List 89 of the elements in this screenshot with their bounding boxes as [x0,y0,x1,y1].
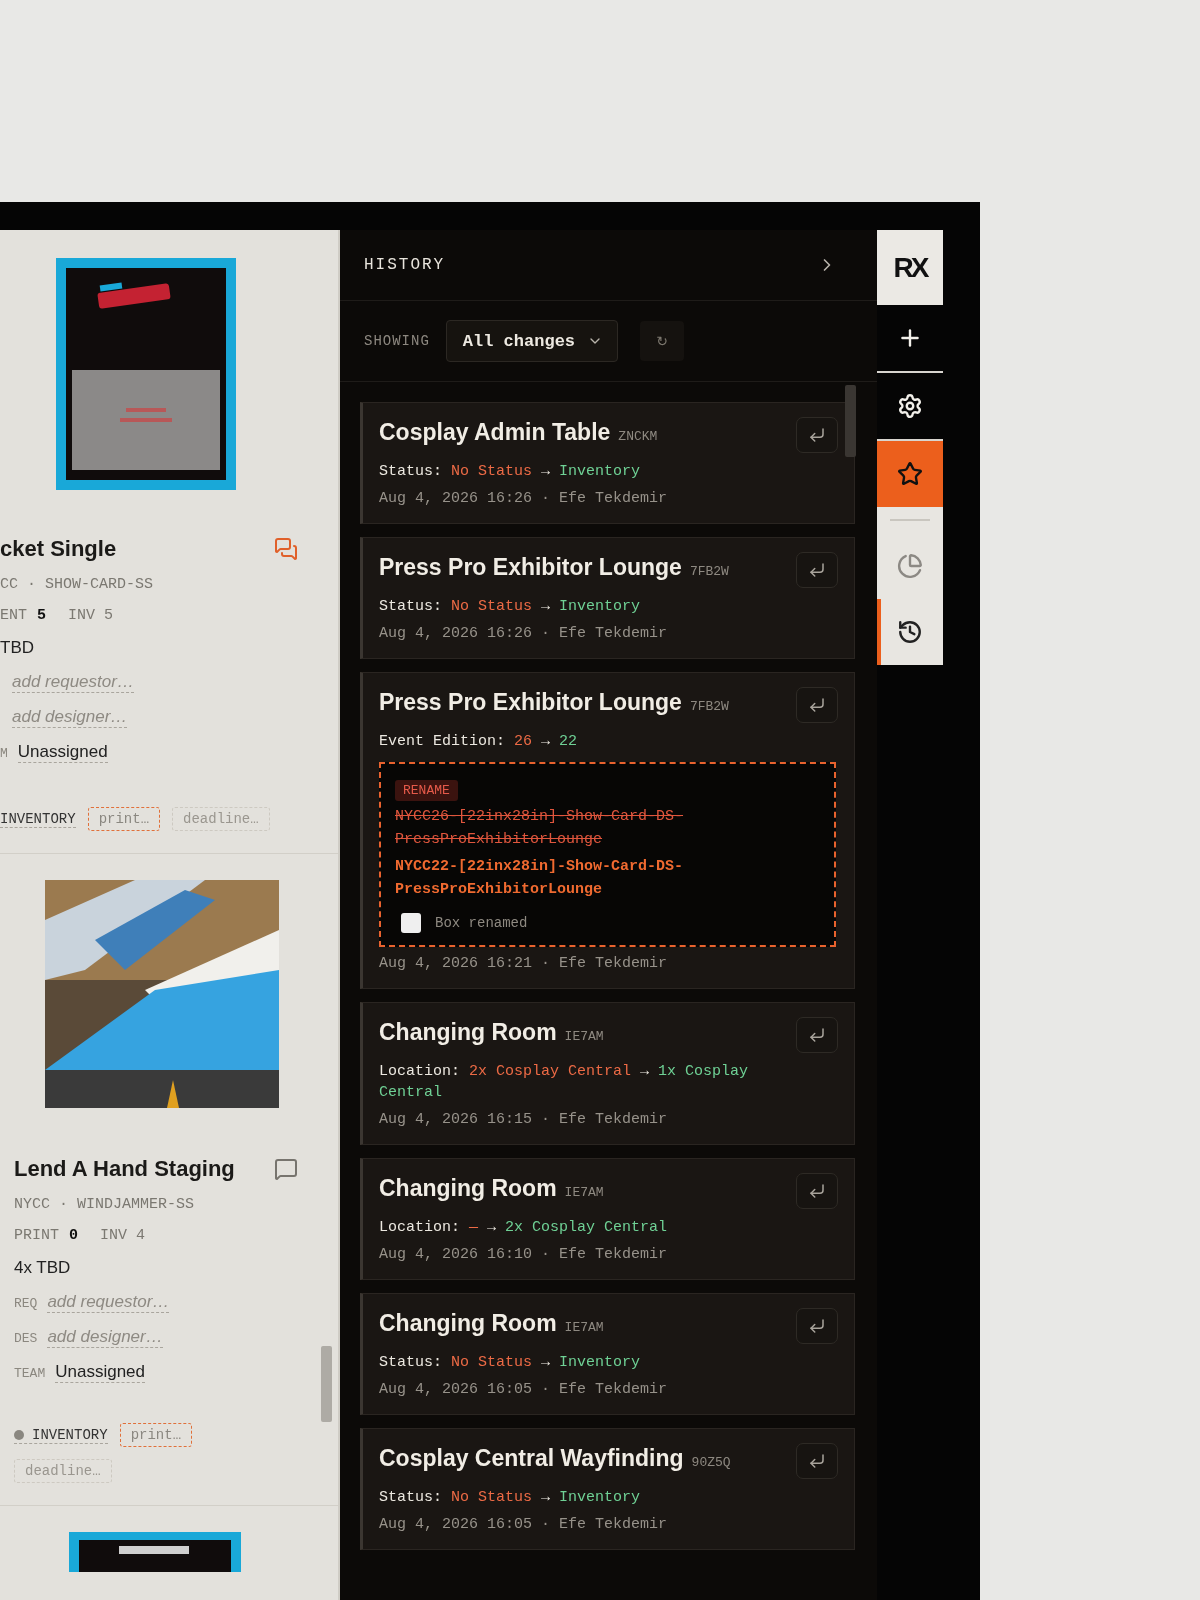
deadline-tag[interactable]: deadline… [14,1459,112,1483]
change-text: Event Edition: 26 → 22 [379,732,579,752]
rename-badge: RENAME [395,780,458,801]
item-code: IE7AM [564,1029,604,1044]
history-meta: Aug 4, 2026 16:05 · Efe Tekdemir [379,1516,669,1533]
return-arrow-icon [808,1026,826,1044]
field-placeholder[interactable]: add designer… [12,707,128,728]
print-tag[interactable]: print… [119,1423,193,1447]
field-value[interactable]: Unassigned [17,742,108,763]
return-arrow-icon [808,696,826,714]
item-code: ZNCKM [618,429,658,444]
inventory-count: INV 5 [68,607,114,624]
undo-button[interactable] [796,1173,838,1209]
history-title: Cosplay Central Wayfinding [379,1445,684,1472]
star-icon [897,461,923,487]
deadline-tag[interactable]: deadline… [172,807,270,831]
history-meta: Aug 4, 2026 16:26 · Efe Tekdemir [379,625,669,642]
history-title: Changing Room [379,1310,557,1337]
filter-label: SHOWING [364,333,430,349]
history-title: Cosplay Admin Table [379,419,611,446]
print-count: 5 [37,607,47,624]
field-label: DES [14,1331,38,1346]
print-label: ENT [0,607,27,624]
undo-button[interactable] [796,1443,838,1479]
comments-icon[interactable] [274,537,298,561]
item-code: 7FB2W [689,564,729,579]
field-placeholder[interactable]: add requestor… [12,672,134,693]
scrollbar[interactable] [321,1346,332,1422]
print-label: PRINT [14,1227,59,1244]
change-text: Status: No Status → Inventory [379,1353,642,1373]
quantity-text: TBD [0,638,35,658]
field-placeholder[interactable]: add designer… [47,1327,163,1348]
undo-button[interactable] [796,552,838,588]
return-arrow-icon [808,1452,826,1470]
field-label: M [0,746,8,761]
print-count: 0 [69,1227,79,1244]
field-label: TEAM [14,1366,46,1381]
change-text: Status: No Status → Inventory [379,597,642,617]
return-arrow-icon [808,1182,826,1200]
item-code: 7FB2W [689,699,729,714]
return-arrow-icon [808,1317,826,1335]
card-title: cket Single [0,536,117,562]
inventory-count: INV 4 [100,1227,146,1244]
filter-select[interactable]: All changes [445,320,619,362]
old-name: NYCC26-[22inx28in]-Show-Card-DS-PressProExhibitorLounge [395,807,685,850]
undo-button[interactable] [796,687,838,723]
status-tag[interactable]: INVENTORY [14,1426,108,1444]
card-title: Lend A Hand Staging [14,1156,235,1182]
quantity-text: 4x TBD [14,1258,72,1278]
history-title: Changing Room [379,1019,557,1046]
undo-button[interactable] [796,1017,838,1053]
checkbox[interactable] [401,913,421,933]
item-code: IE7AM [564,1185,604,1200]
history-meta: Aug 4, 2026 16:21 · Efe Tekdemir [379,955,669,972]
history-title: Changing Room [379,1175,557,1202]
history-meta: Aug 4, 2026 16:26 · Efe Tekdemir [379,490,669,507]
undo-button[interactable] [796,1308,838,1344]
settings-icon [897,393,923,419]
return-arrow-icon [808,426,826,444]
field-value[interactable]: Unassigned [55,1362,145,1383]
history-meta: Aug 4, 2026 16:10 · Efe Tekdemir [379,1246,669,1263]
history-title: Press Pro Exhibitor Lounge [379,689,682,716]
card-code: NYCC · WINDJAMMER-SS [14,1196,195,1213]
logo[interactable]: RX [877,230,943,305]
return-arrow-icon [808,561,826,579]
scrollbar[interactable] [845,385,856,457]
history-meta: Aug 4, 2026 16:05 · Efe Tekdemir [379,1381,669,1398]
pie-chart-icon [897,553,923,579]
print-tag[interactable]: print… [87,807,161,831]
change-text: Location: — → 2x Cosplay Central [379,1218,669,1238]
new-name: NYCC22-[22inx28in]-Show-Card-DS-PressProExhibitorLounge [395,857,685,900]
history-icon [897,619,923,645]
item-code: 90Z5Q [691,1455,731,1470]
change-text: Status: No Status → Inventory [379,462,642,482]
checkbox-label: Box renamed [435,915,528,931]
status-tag[interactable]: INVENTORY [0,810,76,828]
change-text: Location: 2x Cosplay Central → 1x Cosplay Central [379,1062,750,1103]
rail-button[interactable] [877,599,943,665]
history-title: Press Pro Exhibitor Lounge [379,554,682,581]
field-label: REQ [14,1296,38,1311]
panel-title: HISTORY [364,256,446,274]
change-text: Status: No Status → Inventory [379,1488,642,1508]
history-meta: Aug 4, 2026 16:15 · Efe Tekdemir [379,1111,669,1128]
comment-icon[interactable] [274,1157,298,1181]
card-code: CC · SHOW-CARD-SS [0,576,154,593]
item-code: IE7AM [564,1320,604,1335]
undo-button[interactable] [796,417,838,453]
refresh-button[interactable]: ↻ [640,321,685,361]
field-placeholder[interactable]: add requestor… [47,1292,170,1313]
